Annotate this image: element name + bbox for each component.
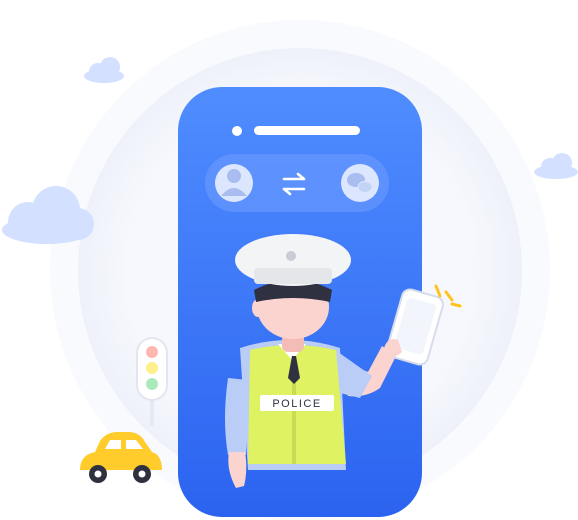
phone-camera-dot xyxy=(232,126,242,136)
cloud-icon-top xyxy=(84,57,124,83)
phone-speaker-bar xyxy=(254,126,360,135)
officer-cap-band xyxy=(254,268,332,284)
vest-label-text: POLICE xyxy=(272,398,321,410)
wechat-icon xyxy=(341,164,379,202)
illustration-canvas: POLICE xyxy=(2,20,578,520)
cap-badge-icon xyxy=(286,251,296,261)
police-binding-illustration: POLICE xyxy=(0,0,578,520)
cloud-icon-right xyxy=(534,153,578,179)
officer-ear xyxy=(252,299,264,317)
user-avatar-icon xyxy=(215,164,253,202)
